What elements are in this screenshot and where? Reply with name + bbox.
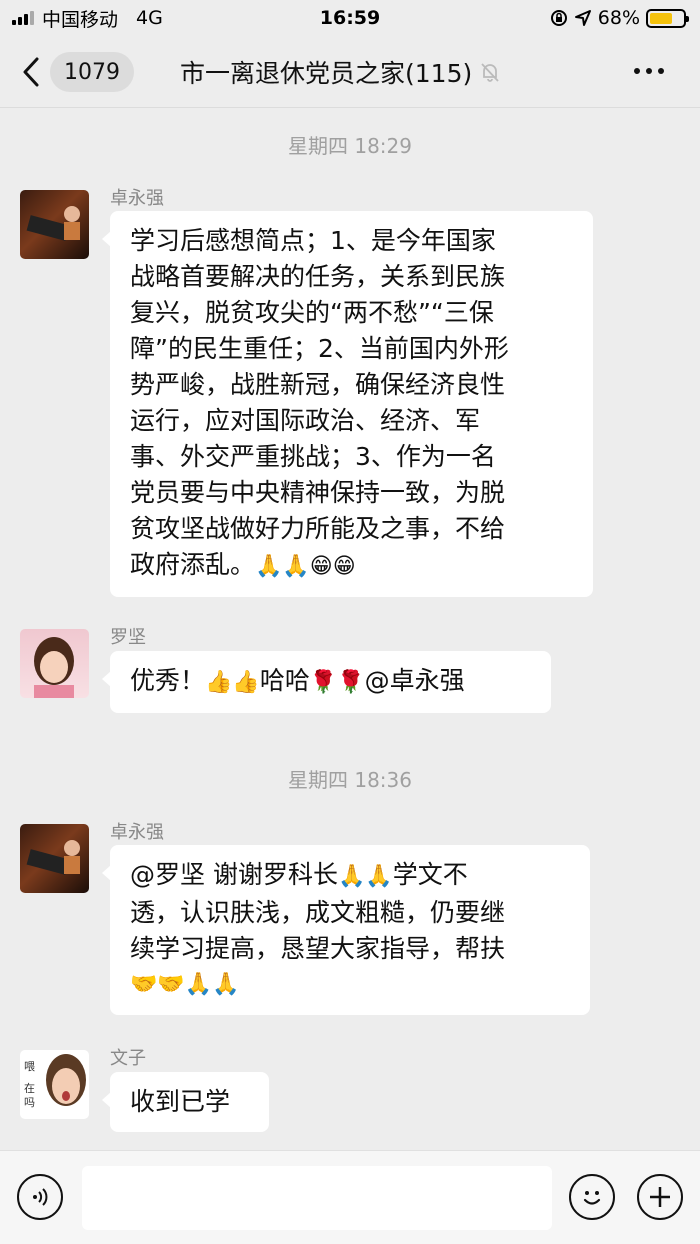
emoji-group: 🌹🌹: [309, 670, 365, 695]
status-right: 68%: [550, 7, 689, 29]
voice-button[interactable]: [17, 1174, 63, 1220]
input-bar: [0, 1150, 700, 1244]
message-line: 续学习提高，恳望大家指导，帮扶: [130, 934, 506, 963]
avatar[interactable]: [20, 824, 89, 893]
sender-name: 罗坚: [110, 627, 146, 648]
message-text: 政府添乱。: [130, 550, 256, 579]
avatar[interactable]: [20, 629, 89, 698]
status-bar: 中国移动 4G 16:59 68%: [0, 0, 700, 36]
smile-icon: [583, 1191, 601, 1205]
message-line: 复兴，脱贫攻尖的“两不愁”“三保: [130, 298, 494, 327]
location-icon: [574, 10, 591, 26]
avatar-text: 喂: [24, 1060, 35, 1073]
voice-icon: [33, 1188, 48, 1206]
message-line: 障”的民生重任；2、当前国内外形: [130, 334, 509, 363]
message-line: 运行，应对国际政治、经济、军: [130, 406, 481, 435]
message-line: 势严峻，战胜新冠，确保经济良性: [130, 370, 506, 399]
message-bubble[interactable]: @罗坚 谢谢罗科长🙏🙏学文不 透，认识肤浅，成文粗糙，仍要继 续学习提高，恳望大…: [102, 845, 590, 1015]
plus-icon: [650, 1187, 670, 1207]
time-separator: 星期四 18:29: [288, 134, 412, 158]
more-options-button[interactable]: [634, 68, 664, 74]
avatar-text: 吗: [24, 1096, 35, 1109]
chat-title: 市一离退休党员之家(115): [180, 54, 502, 90]
mute-bell-icon: [481, 63, 499, 82]
chat-title-text: 市一离退休党员之家(115): [180, 59, 473, 88]
add-button[interactable]: [637, 1174, 683, 1220]
message-text: 学文不: [392, 860, 468, 889]
message-line: 贫攻坚战做好力所能及之事，不给: [130, 514, 506, 543]
carrier-label: 中国移动: [42, 8, 119, 31]
battery-percent: 68%: [597, 7, 640, 29]
lock-rotation-icon: [550, 10, 567, 26]
message-bubble[interactable]: 优秀！👍👍哈哈🌹🌹@卓永强: [102, 651, 551, 713]
back-button[interactable]: 1079: [22, 52, 142, 92]
avatar[interactable]: [20, 190, 89, 259]
signal-icon: [12, 11, 34, 25]
emoji-button[interactable]: [569, 1174, 615, 1220]
sender-name: 文子: [110, 1048, 146, 1069]
sender-name: 卓永强: [110, 822, 164, 843]
emoji-group: 🙏🙏😁😁: [255, 554, 356, 579]
message-bubble[interactable]: 学习后感想简点；1、是今年国家 战略首要解决的任务，关系到民族 复兴，脱贫攻尖的…: [102, 211, 593, 597]
chevron-left-icon: [22, 56, 40, 88]
emoji-group: 🙏🙏: [337, 864, 393, 889]
mention-text: @罗坚 谢谢罗科长: [130, 860, 338, 889]
message-line: @罗坚 谢谢罗科长🙏🙏学文不: [130, 857, 570, 895]
message-input[interactable]: [82, 1166, 552, 1230]
message-line: 党员要与中央精神保持一致，为脱: [130, 478, 506, 507]
message-line: 事、外交严重挑战；3、作为一名: [130, 442, 496, 471]
mention-text: @卓永强: [364, 666, 465, 695]
unread-count-badge: 1079: [50, 52, 134, 92]
network-label: 4G: [136, 7, 163, 29]
message-text: 收到已学: [130, 1087, 231, 1116]
message-line: 战略首要解决的任务，关系到民族: [130, 262, 506, 291]
time-separator: 星期四 18:36: [288, 768, 412, 792]
nav-bar: 1079 市一离退休党员之家(115): [0, 36, 700, 108]
message-bubble[interactable]: 收到已学: [102, 1072, 269, 1132]
status-left: 中国移动 4G: [12, 5, 163, 32]
avatar-text: 在: [24, 1082, 35, 1095]
message-line: 🤝🤝🙏🙏: [130, 972, 240, 997]
message-text: 优秀！: [130, 666, 206, 695]
emoji-group: 👍👍: [205, 670, 260, 695]
battery-icon: [646, 8, 689, 28]
avatar[interactable]: 喂 在 吗: [20, 1050, 89, 1119]
sender-name: 卓永强: [110, 188, 164, 209]
message-line: 政府添乱。🙏🙏😁😁: [130, 547, 573, 585]
message-line: 学习后感想简点；1、是今年国家: [130, 226, 496, 255]
message-text: 哈哈: [259, 666, 310, 695]
message-line: 透，认识肤浅，成文粗糙，仍要继: [130, 898, 506, 927]
